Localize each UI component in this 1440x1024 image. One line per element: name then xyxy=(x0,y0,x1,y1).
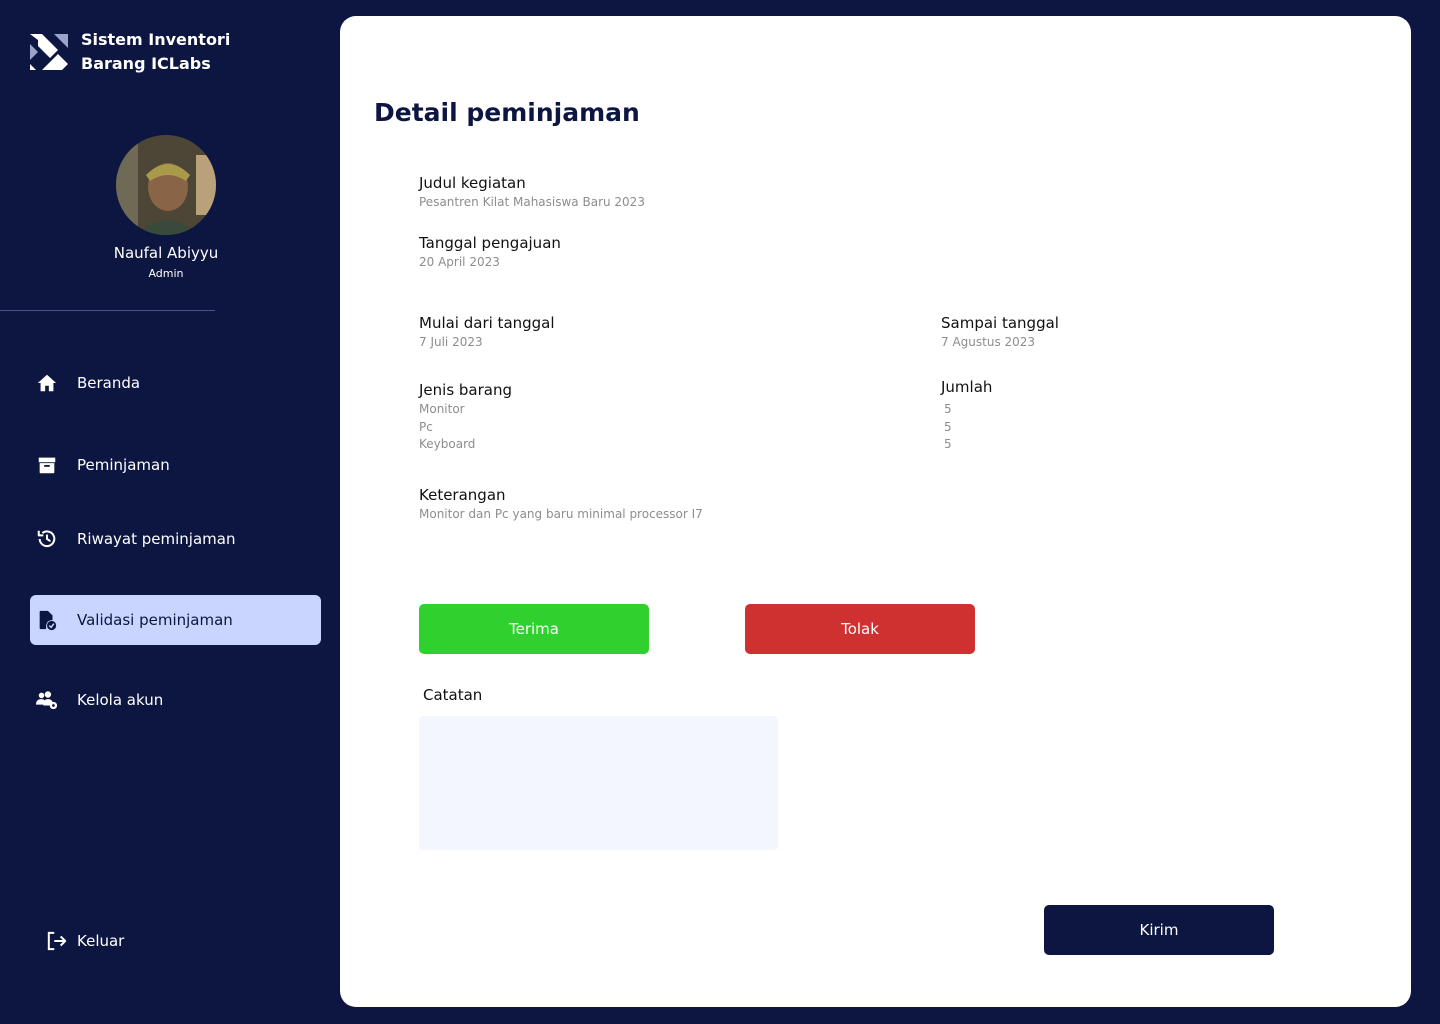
jumlah-list: 5 5 5 xyxy=(944,401,952,454)
sampai-tanggal-label: Sampai tanggal xyxy=(941,314,1059,332)
mulai-tanggal-value: 7 Juli 2023 xyxy=(419,335,483,349)
sidebar-item-validasi[interactable]: Validasi peminjaman xyxy=(30,595,321,645)
sidebar-item-label: Kelola akun xyxy=(77,691,164,709)
file-check-icon xyxy=(35,608,59,632)
list-item: 5 xyxy=(944,402,952,416)
users-gear-icon xyxy=(35,688,59,712)
sidebar: Sistem Inventori Barang ICLabs Naufal Ab… xyxy=(0,0,340,1024)
list-item: Monitor xyxy=(419,402,465,416)
logout-icon xyxy=(46,930,68,952)
sidebar-item-label: Beranda xyxy=(77,374,141,392)
sidebar-item-beranda[interactable]: Beranda xyxy=(30,358,321,408)
judul-kegiatan-label: Judul kegiatan xyxy=(419,174,526,192)
tanggal-pengajuan-label: Tanggal pengajuan xyxy=(419,234,561,252)
list-item: Pc xyxy=(419,419,433,434)
sidebar-item-kelola-akun[interactable]: Kelola akun xyxy=(30,675,321,725)
brand: Sistem Inventori Barang ICLabs xyxy=(28,28,251,76)
sidebar-divider xyxy=(0,310,215,311)
list-item: 5 xyxy=(944,437,952,451)
jenis-barang-list: Monitor Pc Keyboard xyxy=(419,401,475,454)
avatar xyxy=(116,135,216,235)
iclabs-logo-icon xyxy=(30,34,68,70)
sidebar-item-label: Validasi peminjaman xyxy=(77,611,233,629)
box-icon xyxy=(35,453,59,477)
main-panel: Detail peminjaman Judul kegiatan Pesantr… xyxy=(340,16,1411,1007)
sidebar-item-riwayat[interactable]: Riwayat peminjaman xyxy=(30,514,321,564)
page-title: Detail peminjaman xyxy=(374,98,640,127)
mulai-tanggal-label: Mulai dari tanggal xyxy=(419,314,555,332)
logout-button[interactable]: Keluar xyxy=(46,930,124,952)
jenis-barang-label: Jenis barang xyxy=(419,381,513,399)
keterangan-label: Keterangan xyxy=(419,486,506,504)
list-item: Keyboard xyxy=(419,437,476,451)
sampai-tanggal-value: 7 Agustus 2023 xyxy=(941,335,1036,349)
judul-kegiatan-value: Pesantren Kilat Mahasiswa Baru 2023 xyxy=(419,195,645,209)
catatan-label: Catatan xyxy=(423,686,483,704)
send-button[interactable]: Kirim xyxy=(1044,905,1274,955)
reject-button[interactable]: Tolak xyxy=(745,604,975,654)
history-icon xyxy=(35,527,59,551)
tanggal-pengajuan-value: 20 April 2023 xyxy=(419,255,500,269)
keterangan-value: Monitor dan Pc yang baru minimal process… xyxy=(419,507,703,521)
logout-label: Keluar xyxy=(77,932,125,950)
list-item: 5 xyxy=(944,419,952,434)
catatan-input[interactable] xyxy=(419,716,778,850)
sidebar-item-label: Peminjaman xyxy=(77,456,170,474)
sidebar-item-peminjaman[interactable]: Peminjaman xyxy=(30,440,321,490)
jumlah-label: Jumlah xyxy=(941,378,993,396)
user-photo xyxy=(116,135,216,235)
home-icon xyxy=(35,371,59,395)
user-name: Naufal Abiyyu xyxy=(113,244,219,262)
user-role: Admin xyxy=(148,267,184,280)
brand-title: Sistem Inventori Barang ICLabs xyxy=(81,30,231,73)
accept-button[interactable]: Terima xyxy=(419,604,649,654)
sidebar-item-label: Riwayat peminjaman xyxy=(77,530,236,548)
